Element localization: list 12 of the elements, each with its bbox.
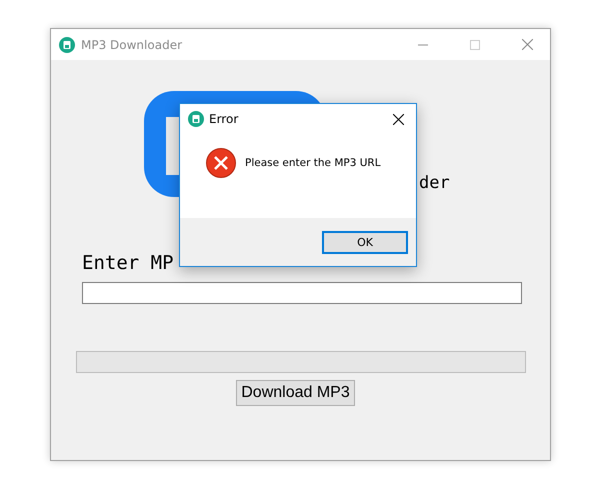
url-label: Enter MP: [82, 252, 175, 274]
app-icon: [59, 36, 75, 52]
app-heading: der: [419, 173, 450, 193]
error-message: Please enter the MP3 URL: [245, 157, 381, 169]
window-title: MP3 Downloader: [81, 38, 184, 52]
error-icon: [206, 148, 236, 178]
download-button[interactable]: Download MP3: [236, 380, 355, 406]
dialog-title: Error: [209, 112, 240, 126]
ok-button[interactable]: OK: [322, 230, 408, 254]
app-icon: [188, 111, 204, 127]
close-icon[interactable]: [392, 114, 404, 124]
url-field[interactable]: [82, 282, 522, 304]
